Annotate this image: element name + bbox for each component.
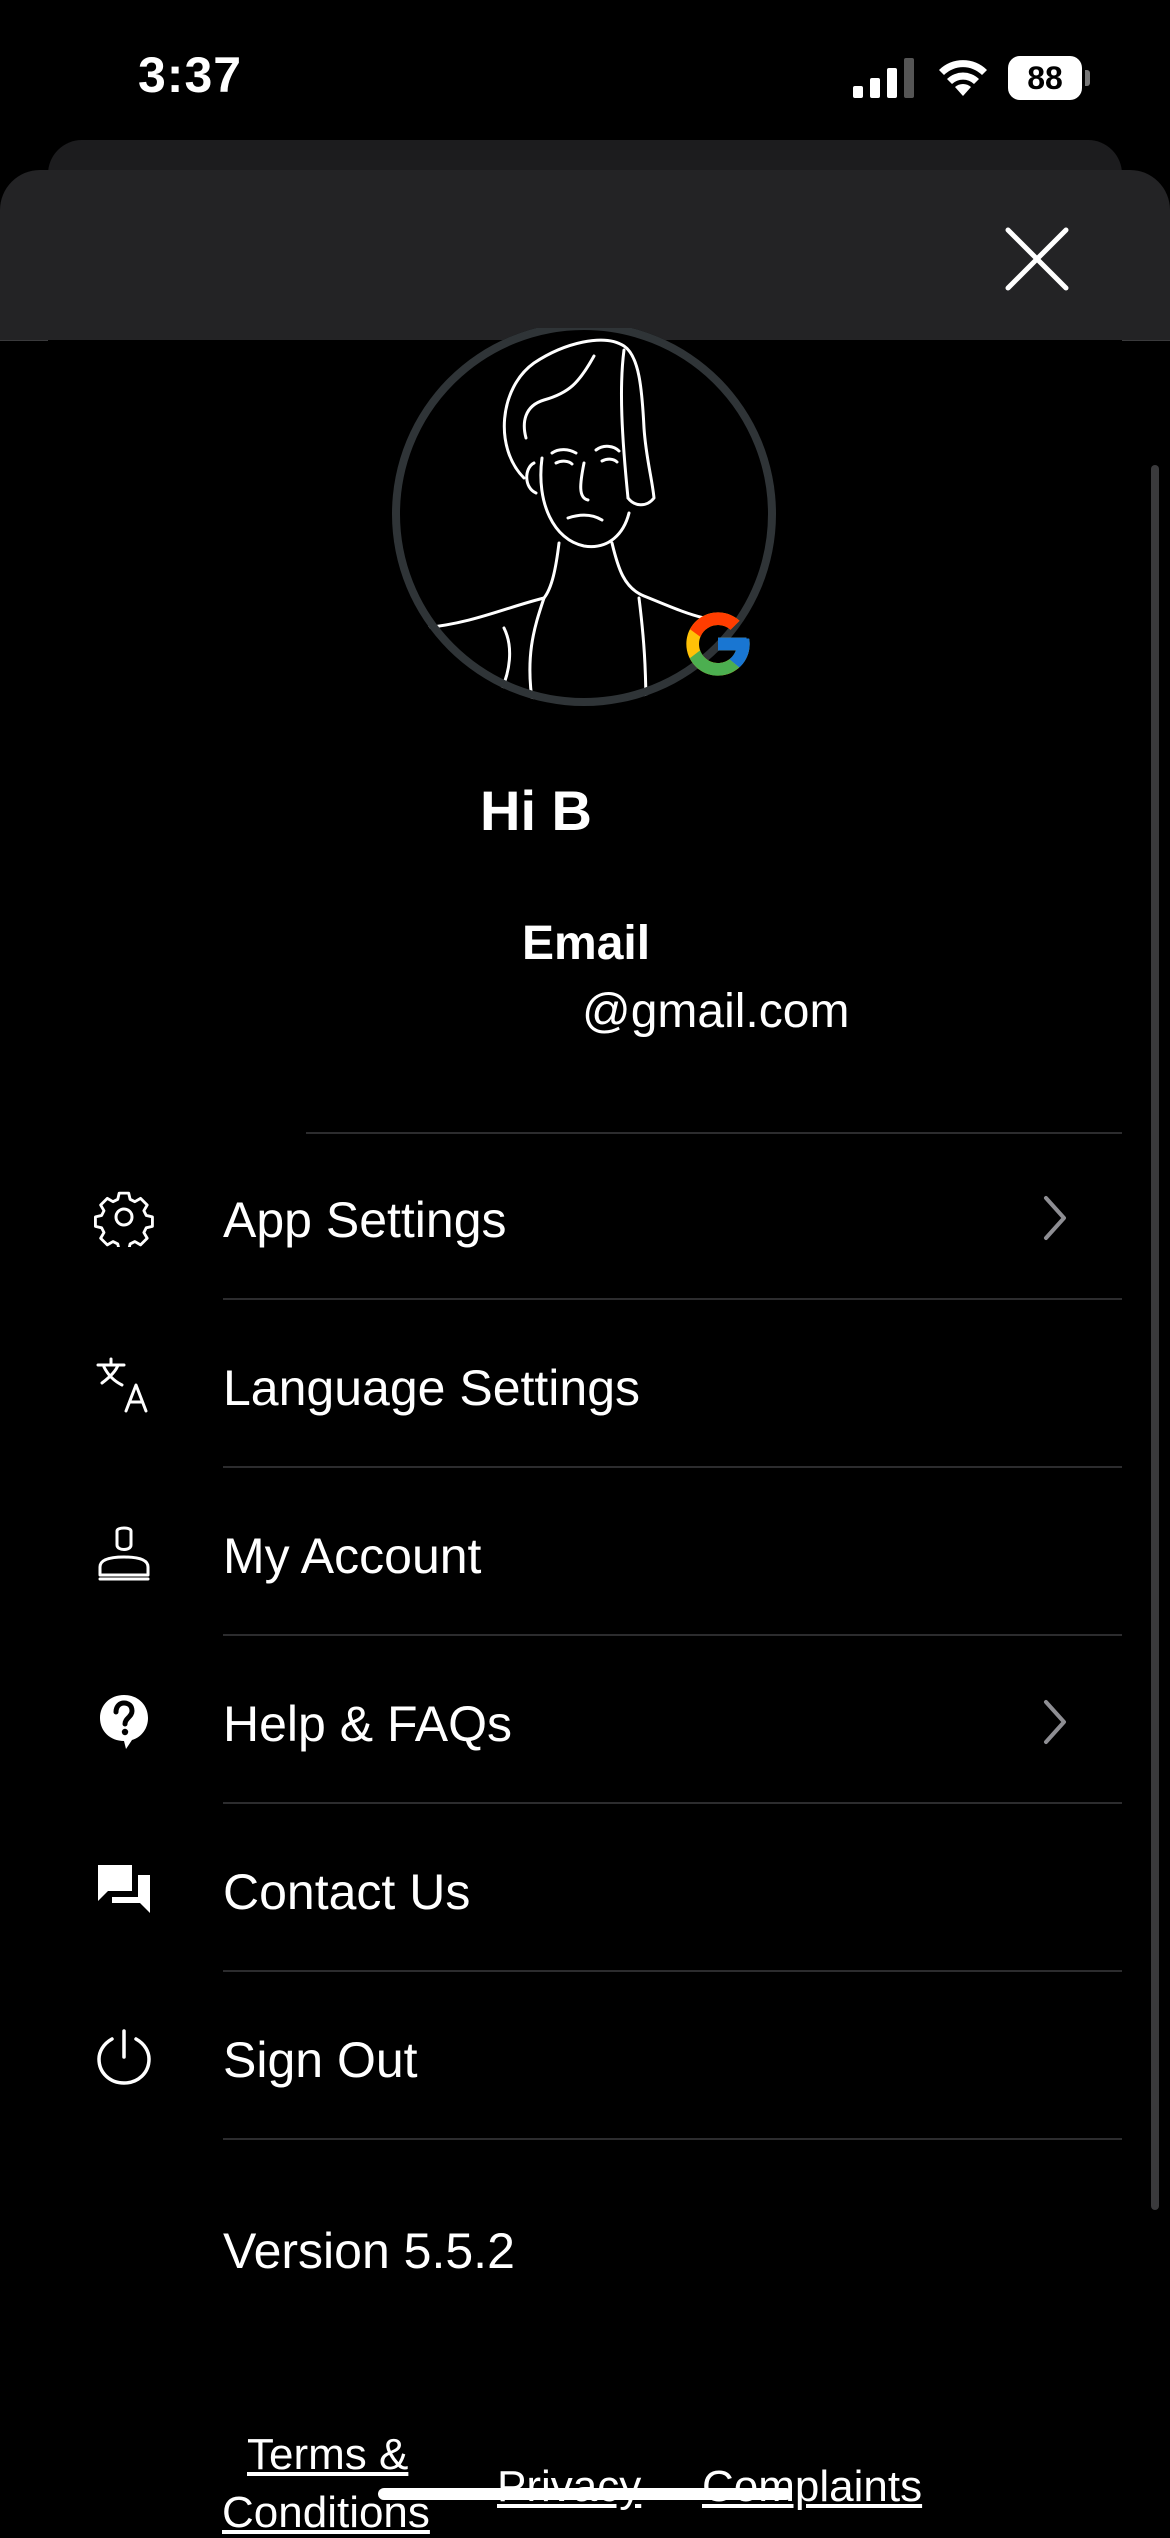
menu-item-label: Language Settings [223,1360,641,1416]
menu-item-label: My Account [223,1528,482,1584]
status-bar: 3:37 88 [0,0,1170,150]
close-icon [1005,227,1069,291]
divider [223,2138,1122,2140]
complaints-link[interactable]: Complaints [702,2462,922,2512]
menu-item-label: Sign Out [223,2032,418,2088]
chat-icon [98,1865,150,1913]
menu-item-app-settings[interactable]: App Settings [48,1134,1122,1300]
home-indicator[interactable] [378,2488,792,2500]
privacy-link[interactable]: Privacy [497,2462,641,2512]
menu-item-sign-out[interactable]: Sign Out [48,1974,1122,2140]
battery-level: 88 [1008,56,1082,100]
version-text: Version 5.5.2 [223,2223,515,2279]
power-icon [97,2029,151,2085]
chevron-right-icon [1044,1196,1066,1240]
menu-item-label: Contact Us [223,1864,471,1920]
gear-icon [94,1191,154,1247]
menu-item-language-settings[interactable]: Language Settings [48,1302,1122,1468]
chevron-right-icon [1044,1700,1066,1744]
email-value: @gmail.com [582,985,850,1038]
google-g-icon [686,612,750,676]
menu-item-contact-us[interactable]: Contact Us [48,1806,1122,1972]
divider [223,1802,1122,1804]
sheet-header [0,170,1170,341]
divider [223,1634,1122,1636]
menu-item-help-faqs[interactable]: Help & FAQs [48,1638,1122,1804]
divider [223,1970,1122,1972]
status-time: 3:37 [138,47,243,103]
close-button[interactable] [996,218,1078,300]
battery-icon: 88 [1008,56,1090,100]
divider [223,1298,1122,1300]
translate-icon [96,1357,148,1413]
wifi-icon [939,60,987,96]
scrollbar[interactable] [1151,465,1159,2210]
menu-item-label: App Settings [223,1192,507,1248]
person-icon [98,1526,150,1581]
help-icon [100,1695,148,1749]
menu-item-label: Help & FAQs [223,1696,512,1752]
divider [223,1466,1122,1468]
email-label: Email [522,917,651,970]
terms-link-line1[interactable]: Terms & [247,2430,408,2480]
greeting-text: Hi B [480,779,592,842]
cellular-signal-icon [853,58,914,98]
menu-item-my-account[interactable]: My Account [48,1470,1122,1636]
